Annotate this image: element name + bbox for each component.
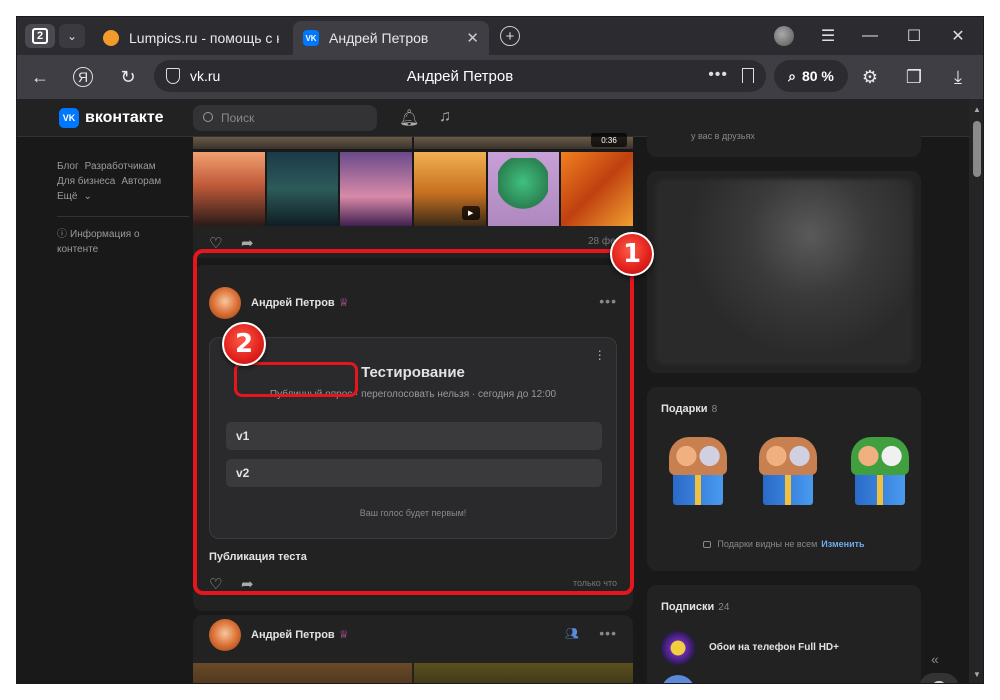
photo[interactable] (561, 152, 634, 226)
highlight-poll-type (234, 362, 358, 397)
blurred-image (655, 179, 913, 365)
gifts-privacy-note: Подарки видны не всем Изменить (647, 539, 921, 549)
post1-photos-top: 0:36 (193, 133, 633, 149)
lock-icon (703, 541, 712, 548)
left-links: Блог Разработчикам Для бизнеса Авторам Ещё… (57, 159, 189, 257)
reload-icon[interactable]: ↻ (117, 66, 139, 88)
subscription-avatar[interactable] (661, 675, 695, 683)
tabs-dropdown-button[interactable]: ⌄ (59, 24, 85, 48)
close-window-icon[interactable]: ✕ (947, 25, 969, 47)
subscriptions-card: Подписки 24 Обои на телефон Full HD+ (647, 585, 921, 683)
post-card: Андрей Петров ♕ 👥︎ ••• (193, 615, 633, 683)
collections-icon[interactable]: ❐ (903, 66, 925, 88)
chat-icon (933, 681, 945, 683)
menu-icon[interactable]: ☰ (817, 25, 839, 47)
zoom-icon: ⌕ (788, 67, 796, 84)
divider (57, 216, 189, 217)
url-field[interactable]: vk.ru Андрей Петров ••• (154, 60, 766, 92)
crown-icon: ♕ (338, 629, 349, 641)
info-icon: ⓘ (57, 229, 67, 240)
bell-icon[interactable]: 🔔︎ (399, 108, 419, 128)
photo[interactable] (193, 663, 412, 683)
photo[interactable] (193, 152, 265, 226)
change-link[interactable]: Изменить (821, 539, 864, 549)
profile-avatar (774, 26, 794, 46)
gift-item[interactable] (847, 429, 913, 509)
author-name[interactable]: Андрей Петров ♕ (251, 628, 349, 641)
chat-button[interactable] (919, 673, 959, 683)
friends-icon: 👥︎ (565, 628, 579, 640)
play-icon: ▶ (461, 206, 480, 220)
music-icon[interactable]: ♫ (439, 108, 451, 126)
vk-favicon-icon: VK (303, 30, 319, 46)
step-badge-2: 2 (222, 322, 266, 366)
address-bar: ← Я ↻ vk.ru Андрей Петров ••• ⌕ 80 % ⚙ ❐ … (17, 55, 983, 99)
friends-card: у вас в друзьях (647, 99, 921, 157)
vk-logo-icon: VK (59, 108, 79, 128)
search-icon (203, 112, 213, 122)
scroll-down-icon[interactable]: ▼ (973, 670, 981, 679)
chevron-down-icon: ⌄ (83, 191, 92, 202)
tab-lumpics[interactable]: Lumpics.ru - помощь с ко (93, 21, 289, 55)
gift-item[interactable] (665, 429, 731, 509)
close-tab-icon[interactable]: ✕ (466, 29, 479, 47)
extensions-icon[interactable]: ⚙ (859, 66, 881, 88)
bookmark-icon[interactable] (742, 68, 754, 83)
photo[interactable] (266, 152, 339, 226)
gift-item[interactable] (755, 429, 821, 509)
more-dots-icon[interactable]: ••• (708, 66, 728, 84)
back-icon[interactable]: ← (29, 66, 51, 88)
tab-count-button[interactable]: 2 (25, 24, 55, 48)
scrollbar-thumb[interactable] (973, 121, 981, 177)
new-tab-button[interactable]: + (500, 26, 520, 46)
photo[interactable]: 0:36 (414, 133, 633, 149)
subscription-name[interactable]: Обои на телефон Full HD+ (709, 642, 839, 653)
minimize-icon[interactable]: — (859, 25, 881, 47)
search-input[interactable]: Поиск (193, 105, 377, 131)
zoom-button[interactable]: ⌕ 80 % (774, 60, 848, 92)
yandex-icon[interactable]: Я (73, 67, 93, 87)
photo[interactable] (414, 663, 633, 683)
video-thumbnail[interactable]: ▶ (414, 152, 486, 226)
tab-vk[interactable]: VK Андрей Петров ✕ (293, 21, 489, 55)
blurred-card (647, 171, 921, 373)
subscriptions-title[interactable]: Подписки 24 (661, 601, 729, 613)
gifts-title[interactable]: Подарки 8 (661, 403, 717, 415)
vk-logo[interactable]: VK вконтакте (59, 108, 164, 128)
photo[interactable] (193, 137, 412, 149)
post3-photos (193, 663, 633, 683)
post1-photo-grid: ▶ (193, 152, 634, 226)
photo[interactable] (487, 152, 560, 226)
scroll-up-icon[interactable]: ▲ (973, 105, 981, 114)
tab-bar: 2 ⌄ Lumpics.ru - помощь с ко VK Андрей П… (17, 17, 983, 55)
photo[interactable] (340, 152, 413, 226)
gifts-card: Подарки 8 Подарки видны не всем Изменить (647, 387, 921, 571)
subscription-avatar[interactable] (661, 631, 695, 665)
dragon-image (497, 158, 548, 218)
more-options-icon[interactable]: ••• (599, 625, 617, 641)
collapse-icon[interactable]: « (931, 651, 939, 667)
profile-button[interactable] (773, 25, 795, 47)
lumpics-favicon-icon (103, 30, 119, 46)
step-badge-1: 1 (610, 232, 654, 276)
maximize-icon[interactable]: ☐ (903, 25, 925, 47)
highlight-post (193, 249, 634, 595)
download-icon[interactable]: ⤓ (947, 66, 969, 88)
author-avatar[interactable] (209, 619, 241, 651)
scrollbar[interactable]: ▲ ▼ (969, 99, 983, 683)
